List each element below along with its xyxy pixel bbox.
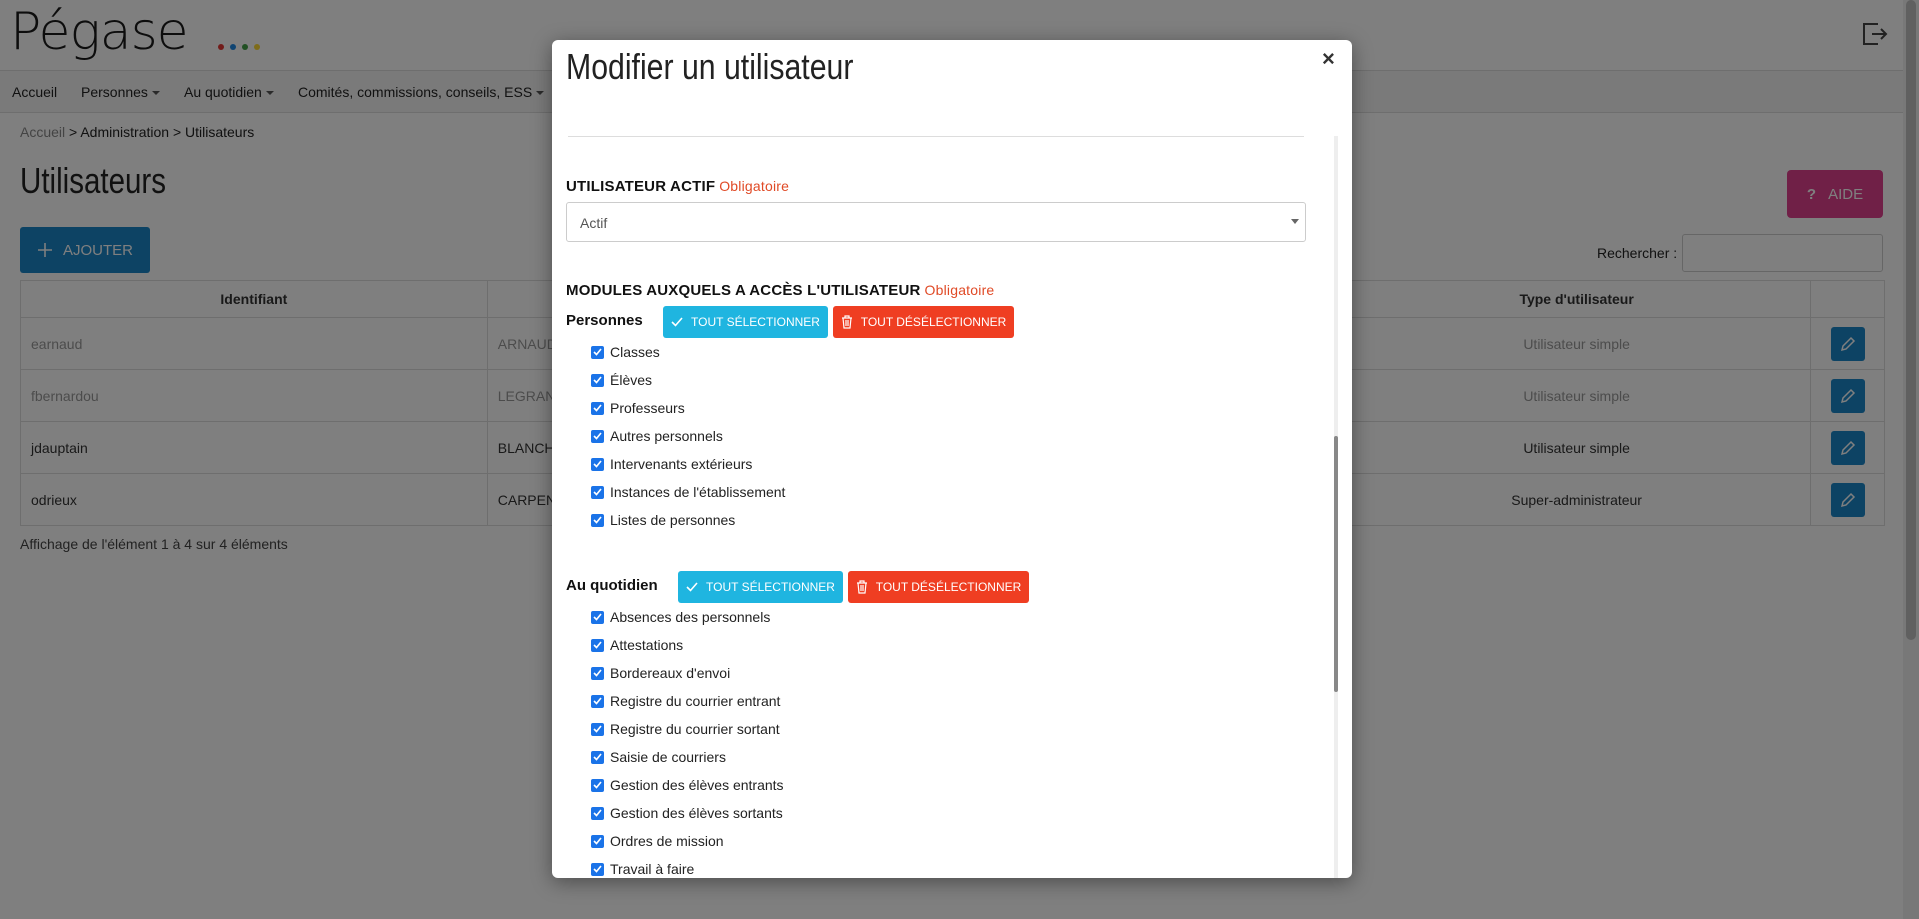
module-label: Travail à faire [610,861,695,877]
checkbox-checked-icon[interactable] [591,513,604,527]
field-divider [568,136,1304,137]
checkbox-checked-icon[interactable] [591,778,604,792]
module-label: Ordres de mission [610,833,724,849]
checkbox-checked-icon[interactable] [591,666,604,680]
module-label: Autres personnels [610,428,723,444]
deselect-all-personnes-button[interactable]: TOUT DÉSÉLECTIONNER [833,306,1014,338]
checkbox-checked-icon[interactable] [591,722,604,736]
checkbox-checked-icon[interactable] [591,806,604,820]
group-title-personnes: Personnes [566,312,643,329]
module-checkbox[interactable]: Intervenants extérieurs [591,456,752,472]
module-label: Registre du courrier entrant [610,693,781,709]
checkbox-checked-icon[interactable] [591,610,604,624]
required-marker: Obligatoire [924,282,995,298]
modules-field-label: MODULES AUXQUELS A ACCÈS L'UTILISATEUR Ob… [566,282,994,299]
checkbox-checked-icon[interactable] [591,750,604,764]
module-label: Bordereaux d'envoi [610,665,731,681]
module-label: Absences des personnels [610,609,771,625]
deselect-all-quotidien-button[interactable]: TOUT DÉSÉLECTIONNER [848,571,1029,603]
checkbox-checked-icon[interactable] [591,485,604,499]
module-checkbox[interactable]: Instances de l'établissement [591,484,785,500]
modules-label-text: MODULES AUXQUELS A ACCÈS L'UTILISATEUR [566,282,921,299]
module-label: Listes de personnes [610,512,736,528]
checkbox-checked-icon[interactable] [591,429,604,443]
checkbox-checked-icon[interactable] [591,373,604,387]
module-checkbox[interactable]: Absences des personnels [591,609,770,625]
close-icon[interactable]: × [1322,46,1335,72]
select-all-quotidien-button[interactable]: TOUT SÉLECTIONNER [678,571,843,603]
select-all-label: TOUT SÉLECTIONNER [691,315,820,329]
check-icon [686,582,698,592]
checkbox-checked-icon[interactable] [591,834,604,848]
deselect-all-label: TOUT DÉSÉLECTIONNER [860,315,1007,329]
active-field-label: UTILISATEUR ACTIF Obligatoire [566,178,789,195]
module-checkbox[interactable]: Saisie de courriers [591,749,726,765]
module-label: Instances de l'établissement [610,484,786,500]
module-checkbox[interactable]: Listes de personnes [591,512,735,528]
module-checkbox[interactable]: Professeurs [591,400,685,416]
module-label: Attestations [610,637,684,653]
module-checkbox[interactable]: Bordereaux d'envoi [591,665,730,681]
active-label-text: UTILISATEUR ACTIF [566,178,716,195]
module-label: Professeurs [610,400,685,416]
module-label: Registre du courrier sortant [610,721,780,737]
checkbox-checked-icon[interactable] [591,345,604,359]
module-label: Gestion des élèves entrants [610,777,784,793]
active-select[interactable]: Actif [566,202,1306,242]
select-all-label: TOUT SÉLECTIONNER [706,580,835,594]
module-label: Intervenants extérieurs [610,456,753,472]
module-checkbox[interactable]: Autres personnels [591,428,723,444]
module-checkbox[interactable]: Registre du courrier entrant [591,693,780,709]
module-checkbox[interactable]: Ordres de mission [591,833,724,849]
trash-icon [841,315,852,329]
module-label: Saisie de courriers [610,749,726,765]
checkbox-checked-icon[interactable] [591,401,604,415]
edit-user-modal: Modifier un utilisateur × UTILISATEUR AC… [552,40,1352,878]
module-checkbox[interactable]: Travail à faire [591,861,694,877]
check-icon [671,317,683,327]
checkbox-checked-icon[interactable] [591,862,604,876]
modal-scrollbar[interactable] [1334,136,1338,878]
modal-title: Modifier un utilisateur [566,46,854,87]
required-marker: Obligatoire [719,178,790,194]
checkbox-checked-icon[interactable] [591,457,604,471]
module-checkbox[interactable]: Attestations [591,637,683,653]
module-checkbox[interactable]: Registre du courrier sortant [591,721,780,737]
module-checkbox[interactable]: Gestion des élèves sortants [591,805,783,821]
checkbox-checked-icon[interactable] [591,694,604,708]
module-checkbox[interactable]: Gestion des élèves entrants [591,777,784,793]
module-label: Gestion des élèves sortants [610,805,783,821]
active-select-value: Actif [580,215,608,231]
module-checkbox[interactable]: Élèves [591,372,652,388]
modal-body: UTILISATEUR ACTIF Obligatoire Actif MODUL… [552,96,1352,878]
module-label: Élèves [610,372,653,388]
select-all-personnes-button[interactable]: TOUT SÉLECTIONNER [663,306,828,338]
deselect-all-label: TOUT DÉSÉLECTIONNER [875,580,1022,594]
module-checkbox[interactable]: Classes [591,344,660,360]
group-title-au-quotidien: Au quotidien [566,577,658,594]
checkbox-checked-icon[interactable] [591,638,604,652]
trash-icon [856,580,867,594]
modal-scrollbar-thumb[interactable] [1334,436,1338,692]
module-label: Classes [610,344,660,360]
chevron-down-icon [1291,219,1299,224]
